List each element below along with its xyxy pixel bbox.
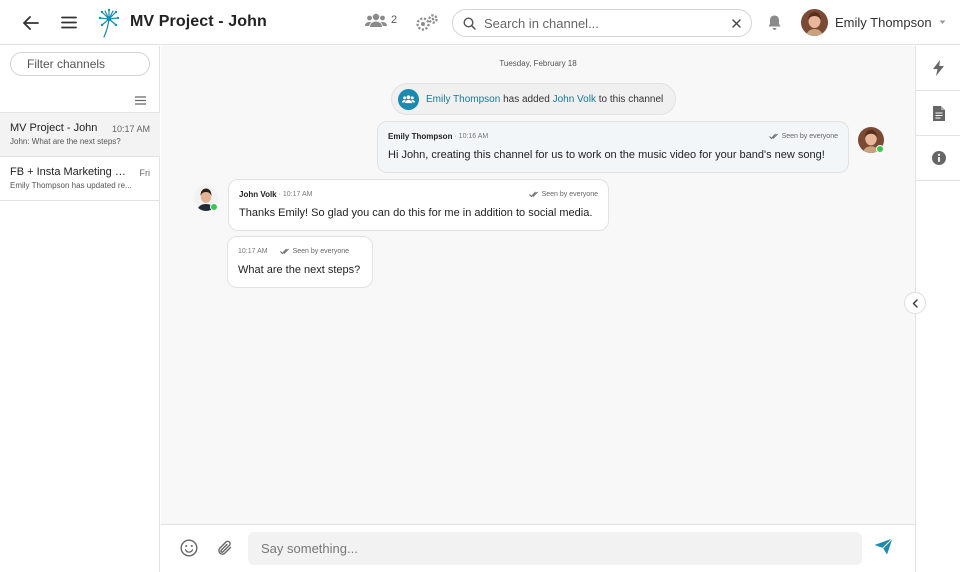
list-menu-icon — [135, 96, 146, 105]
system-message: Emily Thompson has added John Volk to th… — [391, 83, 677, 115]
bell-icon — [768, 15, 780, 30]
message-input[interactable] — [248, 532, 862, 565]
info-button[interactable] — [916, 136, 960, 181]
quick-actions-button[interactable] — [916, 46, 960, 91]
settings-button[interactable] — [414, 0, 440, 45]
group-add-icon — [398, 88, 419, 110]
system-target-link[interactable]: John Volk — [553, 94, 596, 105]
menu-button[interactable] — [56, 0, 82, 45]
channel-name: FB + Insta Marketing - ... — [10, 166, 128, 178]
files-button[interactable] — [916, 91, 960, 136]
back-button[interactable] — [18, 0, 44, 45]
message-bubble: 10:17 AM Seen by everyone What are the n… — [227, 236, 373, 288]
channel-time: 10:17 AM — [111, 124, 150, 134]
gears-icon — [416, 13, 438, 31]
back-arrow-icon — [23, 15, 39, 30]
message-text: Thanks Emily! So glad you can do this fo… — [239, 207, 593, 219]
search-icon — [463, 16, 476, 30]
sort-menu-button[interactable] — [135, 92, 146, 110]
system-suffix: to this channel — [598, 93, 664, 105]
seen-status: Seen by everyone — [279, 248, 349, 255]
hamburger-menu-icon — [61, 16, 77, 29]
channel-item-fb-insta-marketing[interactable]: FB + Insta Marketing - ... Fri Emily Tho… — [0, 157, 160, 201]
chevron-left-icon — [912, 298, 918, 308]
channel-time: Fri — [139, 168, 151, 178]
top-header: MV Project - John 2 Emily Thompson — [0, 0, 960, 45]
info-icon — [931, 151, 946, 165]
channel-name: MV Project - John — [10, 122, 98, 134]
double-check-icon — [528, 191, 538, 197]
message-bubble: Emily Thompson · 10:16 AM Seen by everyo… — [377, 121, 849, 173]
channel-preview: John: What are the next steps? — [10, 137, 121, 146]
users-group-icon — [365, 13, 387, 27]
paperclip-icon — [218, 540, 232, 555]
app-logo — [95, 0, 123, 45]
sidebar-toolbar — [0, 83, 160, 113]
send-button[interactable] — [874, 538, 893, 560]
message-area: Tuesday, February 18 Emily Thompson has … — [161, 46, 915, 524]
message-author: Emily Thompson — [388, 131, 453, 141]
seen-status: Seen by everyone — [528, 191, 598, 198]
sender-avatar[interactable] — [194, 185, 218, 211]
date-separator: Tuesday, February 18 — [499, 59, 577, 68]
close-icon[interactable] — [732, 18, 741, 28]
message-author: John Volk — [239, 189, 277, 199]
seen-status: Seen by everyone — [768, 133, 838, 140]
filter-input[interactable] — [27, 57, 182, 71]
message-bubble: John Volk · 10:17 AM Seen by everyone Th… — [228, 179, 609, 231]
emoji-button[interactable] — [180, 539, 198, 562]
notifications-button[interactable] — [763, 0, 785, 45]
user-avatar — [801, 9, 828, 36]
members-button[interactable]: 2 — [365, 12, 397, 28]
chevron-down-icon — [939, 20, 946, 24]
channel-preview: Emily Thompson has updated re... — [10, 181, 132, 190]
channel-filter — [10, 52, 182, 76]
send-icon — [874, 538, 893, 555]
system-actor-link[interactable]: Emily Thompson — [426, 94, 500, 105]
message-time: 10:17 AM — [238, 247, 268, 255]
dandelion-logo-icon — [98, 8, 120, 38]
attach-button[interactable] — [216, 539, 233, 562]
system-action: has added — [503, 93, 550, 105]
sender-avatar[interactable] — [858, 127, 884, 153]
message-text: What are the next steps? — [238, 264, 361, 276]
message-composer — [161, 524, 915, 572]
message-time: · 10:16 AM — [454, 132, 489, 140]
message-text: Hi John, creating this channel for us to… — [388, 149, 825, 161]
lightning-icon — [933, 60, 944, 76]
online-indicator — [210, 203, 218, 211]
double-check-icon — [768, 133, 778, 139]
online-indicator — [876, 145, 884, 153]
channel-title: MV Project - John — [130, 13, 267, 30]
double-check-icon — [279, 248, 289, 254]
channel-item-mv-project[interactable]: MV Project - John 10:17 AM John: What ar… — [0, 113, 160, 157]
message-time: · 10:17 AM — [278, 190, 313, 198]
channel-sidebar: MV Project - John 10:17 AM John: What ar… — [0, 46, 182, 572]
user-menu[interactable]: Emily Thompson — [801, 9, 946, 36]
user-name: Emily Thompson — [835, 15, 932, 30]
members-count: 2 — [391, 14, 398, 26]
channel-search — [452, 9, 752, 37]
smiley-icon — [180, 539, 198, 557]
search-input[interactable] — [484, 15, 732, 31]
file-icon — [932, 105, 945, 121]
collapse-panel-button[interactable] — [904, 292, 926, 314]
